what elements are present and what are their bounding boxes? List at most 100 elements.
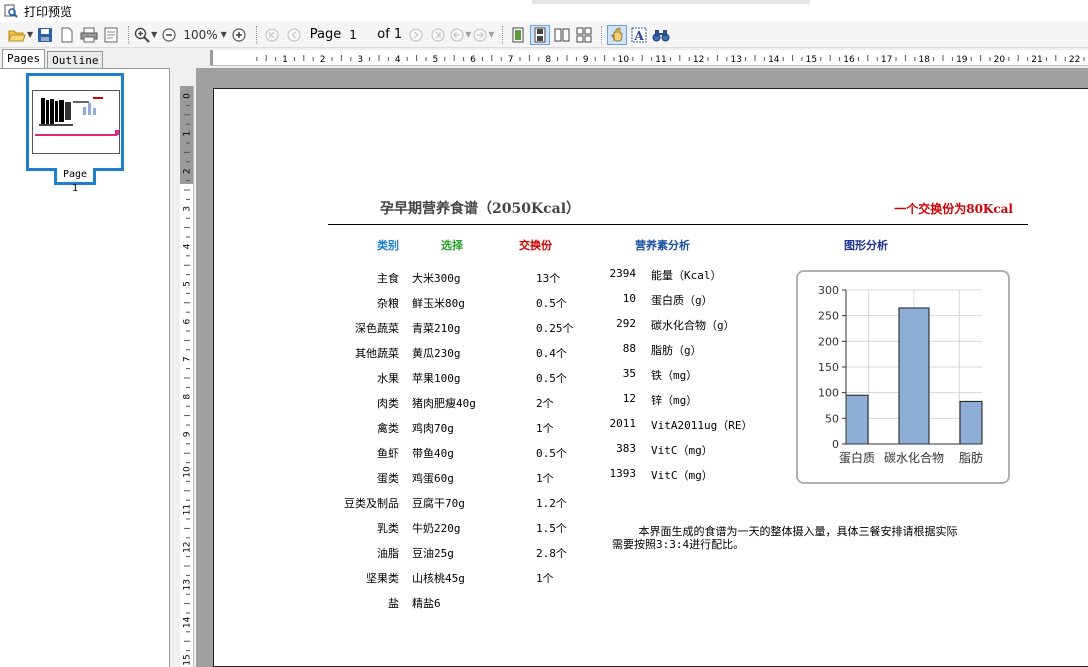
toolbar-separator bbox=[600, 25, 602, 44]
next-page-icon bbox=[409, 28, 423, 41]
header-category: 类别 bbox=[377, 239, 399, 252]
ruler-number: 10 bbox=[618, 55, 630, 65]
back-button[interactable]: ▼ bbox=[450, 25, 471, 45]
food-category: 盐 bbox=[388, 597, 399, 610]
toolbar: ▼ ▼ 100% ▼ Page of 1 ▼ bbox=[0, 22, 1088, 48]
two-pages-icon bbox=[554, 28, 570, 41]
previous-page-button[interactable] bbox=[284, 25, 304, 45]
page-thumbnail[interactable] bbox=[26, 73, 124, 171]
chevron-down-icon[interactable]: ▼ bbox=[465, 30, 471, 39]
bar bbox=[898, 307, 930, 445]
back-icon bbox=[450, 28, 464, 41]
ruler-number: 15 bbox=[183, 654, 193, 665]
continuous-view-button[interactable] bbox=[529, 24, 550, 45]
find-button[interactable] bbox=[651, 25, 671, 45]
window-title: 打印预览 bbox=[24, 4, 73, 19]
ruler-number: 14 bbox=[768, 55, 780, 65]
next-page-button[interactable] bbox=[406, 25, 426, 45]
ruler-number: 2 bbox=[183, 168, 193, 174]
open-button[interactable]: ▼ bbox=[8, 25, 33, 45]
nutrient-name: 蛋白质（g） bbox=[651, 294, 713, 307]
last-page-icon bbox=[431, 28, 445, 41]
food-exchange: 1个 bbox=[536, 472, 554, 485]
ruler-number: 6 bbox=[183, 318, 193, 324]
nutrient-value: 2011 bbox=[609, 417, 637, 430]
x-tick-label: 蛋白质 bbox=[839, 450, 875, 465]
chevron-down-icon[interactable]: ▼ bbox=[27, 30, 33, 39]
food-choice: 精盐6 bbox=[412, 597, 441, 610]
ruler-number: 5 bbox=[433, 55, 439, 65]
single-page-view-button[interactable] bbox=[508, 25, 528, 45]
zoom-in-icon bbox=[134, 27, 150, 43]
food-choice: 黄瓜230g bbox=[412, 347, 461, 360]
toolbar-separator bbox=[255, 25, 257, 44]
nutrient-value: 12 bbox=[622, 392, 636, 405]
food-category: 乳类 bbox=[377, 522, 399, 535]
nutrient-name: 碳水化合物（g） bbox=[651, 319, 735, 332]
ruler-number: 18 bbox=[918, 55, 930, 65]
nutrient-value: 2394 bbox=[609, 267, 637, 280]
multiple-pages-view-button[interactable] bbox=[574, 25, 594, 45]
nutrient-name: 脂肪（g） bbox=[651, 344, 702, 357]
food-choice: 豆油25g bbox=[412, 547, 454, 560]
food-exchange: 1个 bbox=[536, 422, 554, 435]
food-exchange: 1个 bbox=[536, 572, 554, 585]
chevron-down-icon[interactable]: ▼ bbox=[221, 30, 227, 39]
nutrient-name: VitA2011ug（RE） bbox=[651, 419, 753, 432]
vertical-ruler: 0 1 2 3 4 5 6 7 8 9 10 11 12 13 14 15 bbox=[180, 86, 194, 667]
hand-tool-button[interactable] bbox=[606, 24, 627, 45]
minus-circle-icon bbox=[162, 27, 176, 42]
zoom-plus-button[interactable] bbox=[229, 25, 249, 45]
food-exchange: 0.5个 bbox=[536, 372, 567, 385]
continuous-page-icon bbox=[534, 27, 546, 42]
food-exchange: 0.25个 bbox=[536, 322, 574, 335]
ruler-number: 17 bbox=[881, 55, 892, 65]
new-page-button[interactable] bbox=[57, 25, 77, 45]
toolbar-separator bbox=[128, 25, 130, 44]
food-category: 深色蔬菜 bbox=[355, 322, 399, 335]
two-pages-view-button[interactable] bbox=[552, 25, 572, 45]
ruler-number: 11 bbox=[655, 55, 666, 65]
toolbar-separator bbox=[501, 25, 503, 44]
page-setup-button[interactable] bbox=[101, 25, 121, 45]
plus-circle-icon bbox=[232, 27, 246, 42]
text-select-button[interactable]: A bbox=[629, 25, 649, 45]
first-page-icon bbox=[265, 28, 279, 41]
nutrient-value: 10 bbox=[622, 292, 636, 305]
tab-pages[interactable]: Pages bbox=[2, 49, 46, 68]
print-button[interactable] bbox=[79, 25, 99, 45]
ruler-number: 8 bbox=[545, 55, 551, 65]
ruler-number: 3 bbox=[357, 55, 363, 65]
food-category: 蛋类 bbox=[377, 472, 399, 485]
chevron-down-icon[interactable]: ▼ bbox=[488, 30, 494, 39]
chevron-down-icon[interactable]: ▼ bbox=[151, 30, 157, 39]
ruler-number: 21 bbox=[1031, 55, 1042, 65]
food-category: 肉类 bbox=[377, 397, 399, 410]
save-icon bbox=[38, 27, 53, 42]
first-page-button[interactable] bbox=[262, 25, 282, 45]
food-exchange: 0.5个 bbox=[536, 297, 567, 310]
x-tick-label: 碳水化合物 bbox=[884, 450, 944, 465]
nutrient-name: VitC（mg） bbox=[651, 444, 713, 457]
food-category: 主食 bbox=[377, 272, 399, 285]
zoom-level-dropdown[interactable]: 100% ▼ bbox=[181, 25, 226, 45]
forward-button[interactable]: ▼ bbox=[473, 25, 495, 45]
save-button[interactable] bbox=[35, 25, 55, 45]
tab-outline[interactable]: Outline bbox=[47, 51, 104, 68]
food-choice: 带鱼40g bbox=[412, 447, 454, 460]
zoom-out-button[interactable] bbox=[159, 25, 179, 45]
multiple-pages-icon bbox=[576, 27, 592, 42]
food-exchange: 2个 bbox=[536, 397, 554, 410]
page-number-input[interactable] bbox=[347, 25, 378, 44]
thumbnail-pane: Page 1 bbox=[0, 68, 170, 667]
chart-panel: 0 50 100 150 200 250 300 蛋白质 碳水化合物 脂肪 bbox=[796, 270, 1010, 484]
food-exchange: 2.8个 bbox=[536, 547, 567, 560]
zoom-in-button[interactable]: ▼ bbox=[134, 25, 157, 45]
y-tick-label: 200 bbox=[818, 335, 839, 348]
food-choice: 牛奶220g bbox=[412, 522, 461, 535]
page-label: Page bbox=[309, 27, 342, 42]
ruler-number: 14 bbox=[183, 616, 193, 628]
ruler-number: 1 bbox=[183, 131, 193, 137]
last-page-button[interactable] bbox=[428, 25, 448, 45]
header-nutrient: 营养素分析 bbox=[635, 239, 690, 252]
